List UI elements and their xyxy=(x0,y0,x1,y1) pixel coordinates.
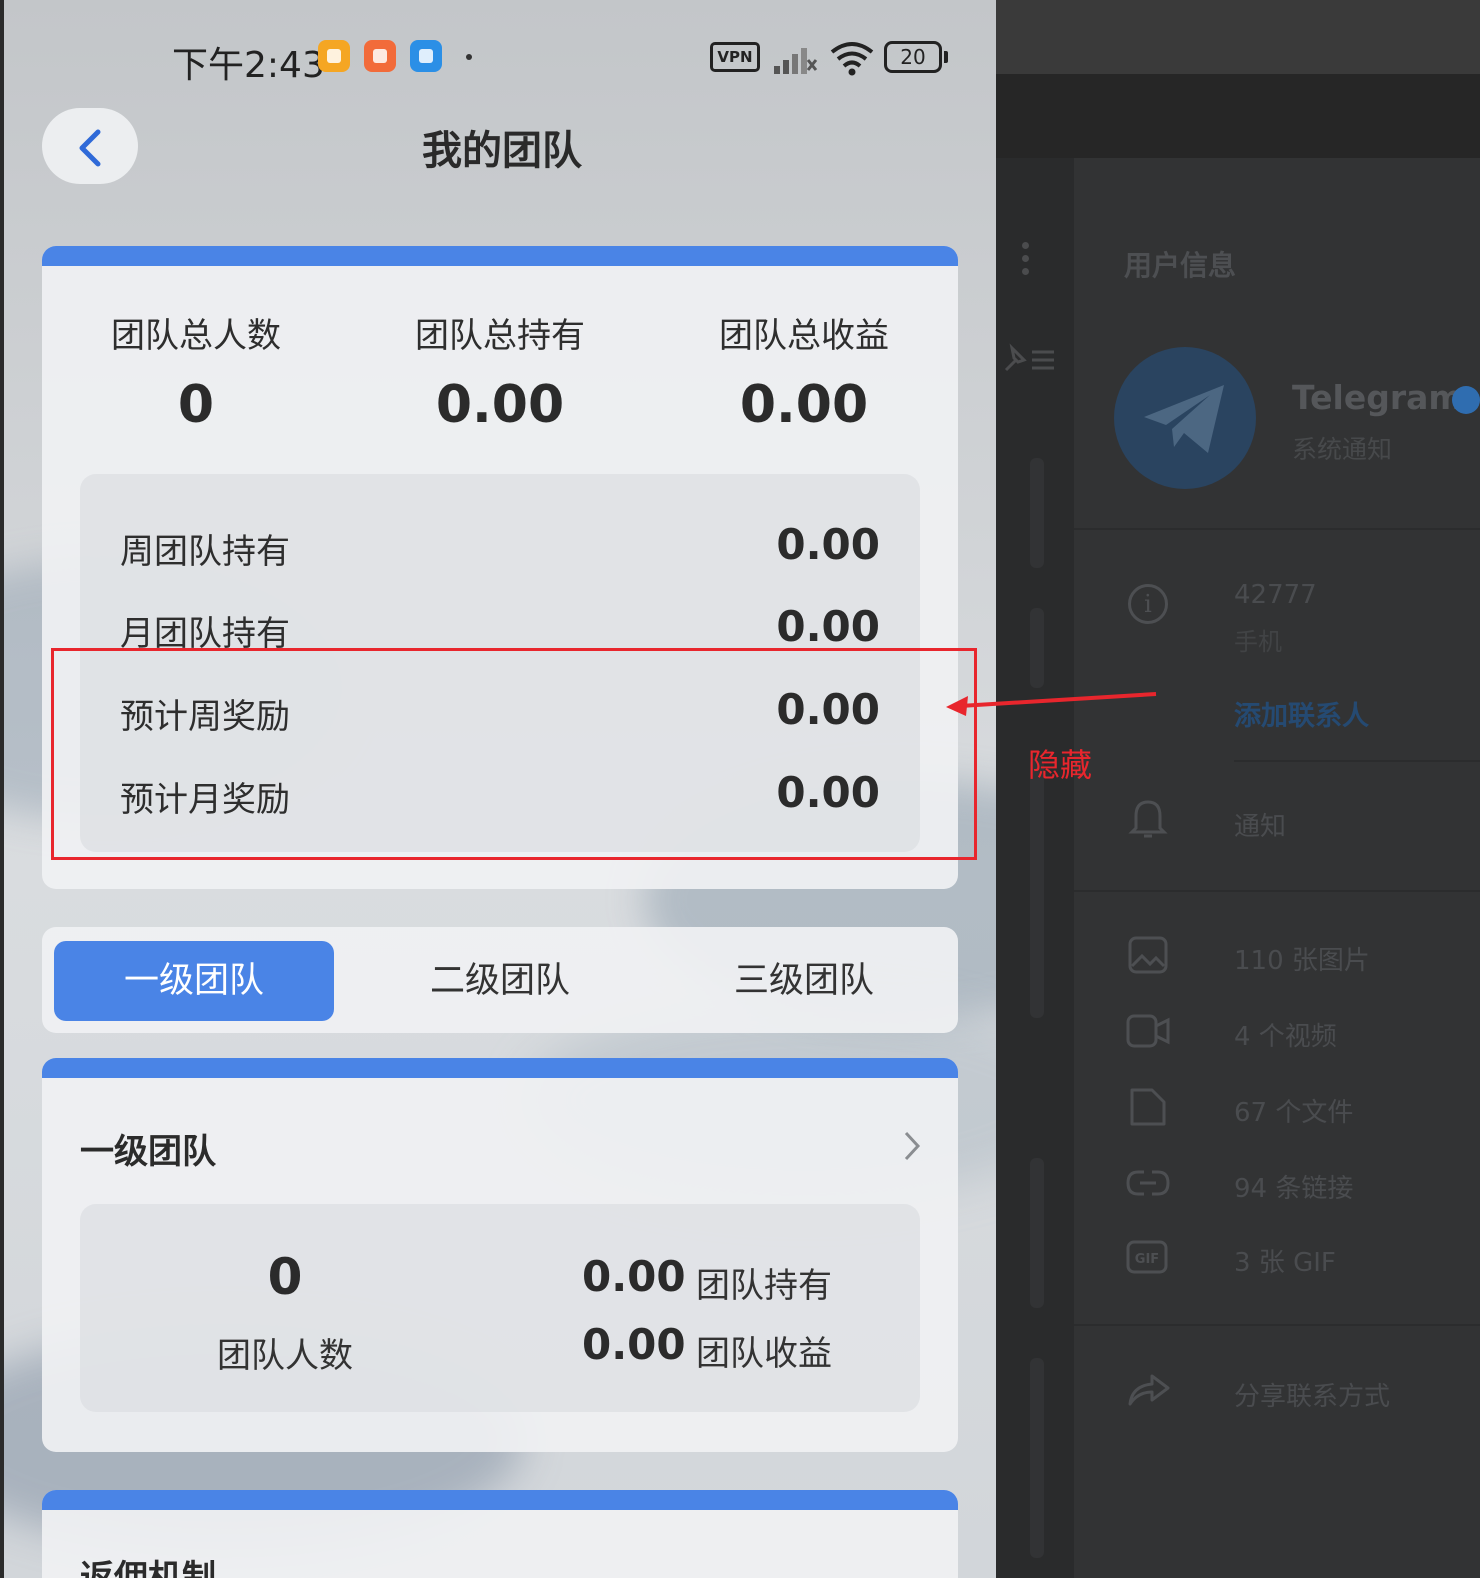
bell-icon xyxy=(1128,800,1168,838)
svg-text:GIF: GIF xyxy=(1135,1252,1159,1267)
phone-label: 手机 xyxy=(1234,628,1282,656)
stat-label: 团队总收益 xyxy=(719,316,889,356)
page-title: 我的团队 xyxy=(422,128,582,174)
stat-value: 0.00 xyxy=(435,375,565,435)
notifications-label[interactable]: 通知 xyxy=(1234,806,1286,843)
contact-name: Telegram xyxy=(1292,378,1463,417)
vpn-icon: VPN xyxy=(710,42,760,72)
media-images[interactable]: 110 张图片 xyxy=(1234,940,1370,977)
team-card-title: 一级团队 xyxy=(80,1132,216,1172)
stat-value: 0.00 xyxy=(739,375,869,435)
notification-app-icon xyxy=(410,40,442,72)
more-options-icon[interactable] xyxy=(1022,242,1030,280)
status-time: 下午2:43 xyxy=(172,45,325,86)
team-holding-value: 0.00 xyxy=(582,1252,686,1301)
image-icon xyxy=(1128,936,1168,974)
status-bar: 下午2:43 VPN 20 xyxy=(4,30,1000,86)
chat-bubble-fragment xyxy=(1030,1358,1044,1558)
battery-level: 20 xyxy=(884,41,942,73)
stat-total-earnings: 团队总收益 0.00 xyxy=(654,308,954,435)
window-header-bar xyxy=(996,74,1480,158)
annotation-highlight-box xyxy=(51,648,977,860)
divider xyxy=(1074,1324,1480,1326)
stat-label: 团队总持有 xyxy=(415,316,585,356)
row-weekly-holding: 周团队持有 0.00 xyxy=(120,516,880,576)
stat-total-holding: 团队总持有 0.00 xyxy=(350,308,650,435)
team-member-count: 0 xyxy=(267,1248,303,1306)
chat-bubble-fragment xyxy=(1030,458,1044,568)
annotation-label: 隐藏 xyxy=(1028,746,1093,784)
team-stats-panel: 0 团队人数 0.00 团队持有 0.00 团队收益 xyxy=(80,1204,920,1412)
pinned-messages-icon[interactable] xyxy=(1000,342,1060,376)
battery-icon: 20 xyxy=(884,41,948,73)
share-contact-link[interactable]: 分享联系方式 xyxy=(1234,1376,1390,1413)
card-accent-bar xyxy=(42,1058,958,1078)
verified-badge-icon xyxy=(1452,386,1480,414)
avatar xyxy=(1114,347,1256,489)
chevron-right-icon[interactable] xyxy=(902,1130,922,1162)
notification-app-icon xyxy=(318,40,350,72)
media-files[interactable]: 67 个文件 xyxy=(1234,1092,1353,1129)
file-icon xyxy=(1130,1088,1166,1126)
card-accent-bar xyxy=(42,246,958,266)
row-value: 0.00 xyxy=(776,520,880,569)
media-gifs[interactable]: 3 张 GIF xyxy=(1234,1242,1336,1279)
share-icon xyxy=(1128,1374,1170,1406)
phone-number[interactable]: 42777 xyxy=(1234,580,1317,610)
media-links[interactable]: 94 条链接 xyxy=(1234,1168,1353,1205)
contact-subtitle: 系统通知 xyxy=(1292,435,1393,464)
team-level-tabs: 一级团队 二级团队 三级团队 xyxy=(42,927,958,1033)
team-holding-label: 团队持有 xyxy=(696,1266,832,1306)
row-value: 0.00 xyxy=(776,602,880,651)
team-earnings-label: 团队收益 xyxy=(696,1334,832,1374)
tab-level-3[interactable]: 三级团队 xyxy=(664,941,944,1021)
rebate-card-title: 返佣机制 xyxy=(80,1558,216,1578)
divider xyxy=(1234,760,1480,762)
stat-label: 团队总人数 xyxy=(111,316,281,356)
annotation-arrow-icon xyxy=(946,692,1157,716)
notification-app-icon xyxy=(364,40,396,72)
more-notifications-dot-icon xyxy=(466,54,472,60)
team-member-count-label: 团队人数 xyxy=(217,1336,353,1376)
signal-icon xyxy=(774,48,818,74)
rebate-card: 返佣机制 xyxy=(42,1490,958,1578)
team-holding: 0.00 团队持有 xyxy=(550,1252,930,1308)
video-icon xyxy=(1126,1014,1170,1048)
battery-tip xyxy=(944,51,948,63)
tab-level-2[interactable]: 二级团队 xyxy=(360,941,640,1021)
gif-icon: GIF xyxy=(1126,1240,1168,1274)
chat-bubble-fragment xyxy=(1030,1158,1044,1308)
user-info-title: 用户信息 xyxy=(1124,249,1237,282)
telegram-desktop-window xyxy=(996,0,1480,1578)
tab-level-1[interactable]: 一级团队 xyxy=(54,941,334,1021)
add-contact-link[interactable]: 添加联系人 xyxy=(1234,694,1369,733)
link-icon xyxy=(1126,1170,1170,1196)
card-accent-bar xyxy=(42,1490,958,1510)
chat-bubble-fragment xyxy=(1030,758,1044,1018)
level-1-team-card[interactable]: 一级团队 0 团队人数 0.00 团队持有 0.00 团队收益 xyxy=(42,1058,958,1452)
row-label: 周团队持有 xyxy=(120,532,290,572)
telegram-logo-icon xyxy=(1144,385,1224,453)
stat-value: 0 xyxy=(177,375,215,435)
wifi-icon xyxy=(830,42,874,76)
team-earnings: 0.00 团队收益 xyxy=(550,1320,930,1376)
window-top-strip xyxy=(996,0,1480,74)
team-earnings-value: 0.00 xyxy=(582,1320,686,1369)
info-icon: i xyxy=(1128,584,1168,624)
stat-total-members: 团队总人数 0 xyxy=(46,308,346,435)
divider xyxy=(1074,890,1480,892)
chat-bubble-fragment xyxy=(1030,608,1044,688)
media-videos[interactable]: 4 个视频 xyxy=(1234,1016,1337,1053)
divider xyxy=(1074,528,1480,530)
